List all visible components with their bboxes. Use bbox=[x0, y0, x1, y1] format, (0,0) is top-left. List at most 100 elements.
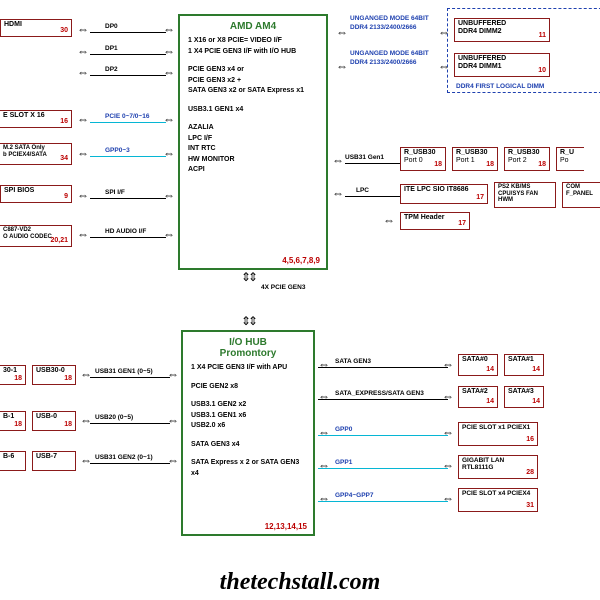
peripheral-block: HDMI30 bbox=[0, 19, 72, 37]
connector-line bbox=[345, 196, 400, 197]
hub-pages: 12,13,14,15 bbox=[265, 522, 307, 531]
bus-arrow: ⇔ bbox=[332, 154, 344, 166]
bus-label: DP1 bbox=[105, 45, 118, 52]
bus-arrow: ⇔ bbox=[77, 66, 89, 78]
ite-sio-block: ITE LPC SIO IT8686 17 bbox=[400, 184, 488, 204]
am4-feature: PCIE GEN3 x2 + bbox=[188, 76, 318, 87]
connector-line bbox=[90, 32, 166, 33]
peripheral-block: SATA#214 bbox=[458, 386, 498, 408]
bus-label: GPP0~3 bbox=[105, 147, 130, 154]
bus-arrow: ⇔ bbox=[77, 45, 89, 57]
bus-arrow: ⇔ bbox=[383, 214, 395, 226]
peripheral-block: SATA#014 bbox=[458, 354, 498, 376]
connector-line bbox=[90, 156, 166, 157]
peripheral-block: SATA#314 bbox=[504, 386, 544, 408]
peripheral-block: E SLOT X 1616 bbox=[0, 110, 72, 128]
bus-arrow: ⇔ bbox=[163, 45, 175, 57]
tpm-header-block: TPM Header 17 bbox=[400, 212, 470, 230]
connector-line bbox=[318, 399, 448, 400]
bus-arrow: ⇕ bbox=[248, 315, 258, 327]
bus-label: USB31 GEN2 (0~1) bbox=[95, 454, 153, 461]
connector-line bbox=[90, 377, 170, 378]
bus-label: SATA_EXPRESS/SATA GEN3 bbox=[335, 390, 424, 397]
usb-block: USB-7 bbox=[32, 451, 76, 471]
connector-line bbox=[318, 501, 448, 502]
usb-block: USB30-018 bbox=[32, 365, 76, 385]
am4-pages: 4,5,6,7,8,9 bbox=[282, 256, 320, 265]
hub-title1: I/O HUB bbox=[191, 337, 305, 348]
peripheral-block: M.2 SATA Onlyb PCIEX4/SATA34 bbox=[0, 143, 72, 165]
connector-line bbox=[90, 198, 166, 199]
bus-arrow: ⇔ bbox=[80, 414, 92, 426]
dimm-block: UNBUFFEREDDDR4 DIMM110 bbox=[454, 53, 550, 77]
hub-feature: SATA GEN3 x4 bbox=[191, 440, 305, 451]
hub-feature: USB2.0 x6 bbox=[191, 421, 305, 432]
bus-arrow: ⇔ bbox=[167, 414, 179, 426]
bus-arrow: ⇔ bbox=[167, 454, 179, 466]
connector-line bbox=[90, 75, 166, 76]
bus-label: HD AUDIO I/F bbox=[105, 228, 146, 235]
bus-arrow: ⇔ bbox=[163, 23, 175, 35]
bus-arrow: ⇔ bbox=[77, 113, 89, 125]
am4-title: AMD AM4 bbox=[188, 21, 318, 32]
am4-feature: 1 X16 or X8 PCIE= VIDEO I/F bbox=[188, 36, 318, 47]
watermark: thetechstall.com bbox=[0, 569, 600, 596]
hub-feature: USB3.1 GEN2 x2 bbox=[191, 400, 305, 411]
usb-port-block: R_USB30Port 018 bbox=[400, 147, 446, 171]
bus-arrow: ⇔ bbox=[163, 189, 175, 201]
hub-title2: Promontory bbox=[191, 348, 305, 359]
bus-arrow: ⇔ bbox=[438, 60, 450, 72]
usb-block: USB-018 bbox=[32, 411, 76, 431]
usb-port-block: R_USB30Port 218 bbox=[504, 147, 550, 171]
connector-line bbox=[90, 423, 170, 424]
bus-arrow: ⇔ bbox=[77, 228, 89, 240]
bus-arrow: ⇔ bbox=[163, 66, 175, 78]
bus-arrow: ⇔ bbox=[163, 113, 175, 125]
bus-arrow: ⇔ bbox=[318, 358, 330, 370]
am4-feature: 1 X4 PCIE GEN3 I/F with I/O HUB bbox=[188, 47, 318, 58]
bus-arrow: ⇔ bbox=[336, 60, 348, 72]
bus-label: GPP4~GPP7 bbox=[335, 492, 373, 499]
usb31-bus-label: USB31 Gen1 bbox=[345, 154, 384, 161]
peripheral-block: PCIE SLOT x4 PCIEX431 bbox=[458, 488, 538, 512]
peripheral-block: C887-VD2O AUDIO CODEC20,21 bbox=[0, 225, 72, 247]
mem-mode-label: UNGANGED MODE 64BIT bbox=[350, 15, 429, 22]
connector-line bbox=[318, 367, 448, 368]
peripheral-block: GIGABIT LAN RTL8111G28 bbox=[458, 455, 538, 479]
bus-label: SATA GEN3 bbox=[335, 358, 371, 365]
connector-line bbox=[318, 435, 448, 436]
bus-arrow: ⇔ bbox=[442, 459, 454, 471]
am4-feature: PCIE GEN3 x4 or bbox=[188, 65, 318, 76]
am4-feature: AZALIA bbox=[188, 123, 318, 134]
usb-block: B-6 bbox=[0, 451, 26, 471]
am4-feature: SATA GEN3 x2 or SATA Express x1 bbox=[188, 86, 318, 97]
usb-block: 30-118 bbox=[0, 365, 26, 385]
bus-arrow: ⇔ bbox=[332, 187, 344, 199]
bus-label: USB31 GEN1 (0~5) bbox=[95, 368, 153, 375]
peripheral-block: PCIE SLOT x1 PCIEX116 bbox=[458, 422, 538, 446]
am4-feature: LPC I/F bbox=[188, 134, 318, 145]
bus-label: GPP0 bbox=[335, 426, 352, 433]
bus-arrow: ⇔ bbox=[80, 454, 92, 466]
bus-arrow: ⇔ bbox=[77, 23, 89, 35]
bus-arrow: ⇔ bbox=[318, 390, 330, 402]
hub-feature: PCIE GEN2 x8 bbox=[191, 382, 305, 393]
dimm-block: UNBUFFEREDDDR4 DIMM211 bbox=[454, 18, 550, 42]
bus-arrow: ⇔ bbox=[438, 26, 450, 38]
connector-line bbox=[90, 122, 166, 123]
mem-mode-label: UNGANGED MODE 64BIT bbox=[350, 50, 429, 57]
bus-label: PCIE 0~7/0~16 bbox=[105, 113, 149, 120]
connector-line bbox=[345, 163, 400, 164]
connector-line bbox=[318, 468, 448, 469]
bus-label: SPI I/F bbox=[105, 189, 125, 196]
bus-label: GPP1 bbox=[335, 459, 352, 466]
lpc-bus-label: LPC bbox=[356, 187, 369, 194]
amd-am4-chip: AMD AM4 1 X16 or X8 PCIE= VIDEO I/F1 X4 … bbox=[178, 14, 328, 270]
usb-port-block: R_UPo bbox=[556, 147, 584, 171]
bus-arrow: ⇔ bbox=[318, 459, 330, 471]
connector-line bbox=[90, 463, 170, 464]
ps2-fan-hwm-block: PS2 KB/MSCPU/SYS FANHWM bbox=[494, 182, 556, 208]
bus-label: DP0 bbox=[105, 23, 118, 30]
bus-arrow: ⇔ bbox=[318, 426, 330, 438]
am4-feature: ACPI bbox=[188, 165, 318, 176]
